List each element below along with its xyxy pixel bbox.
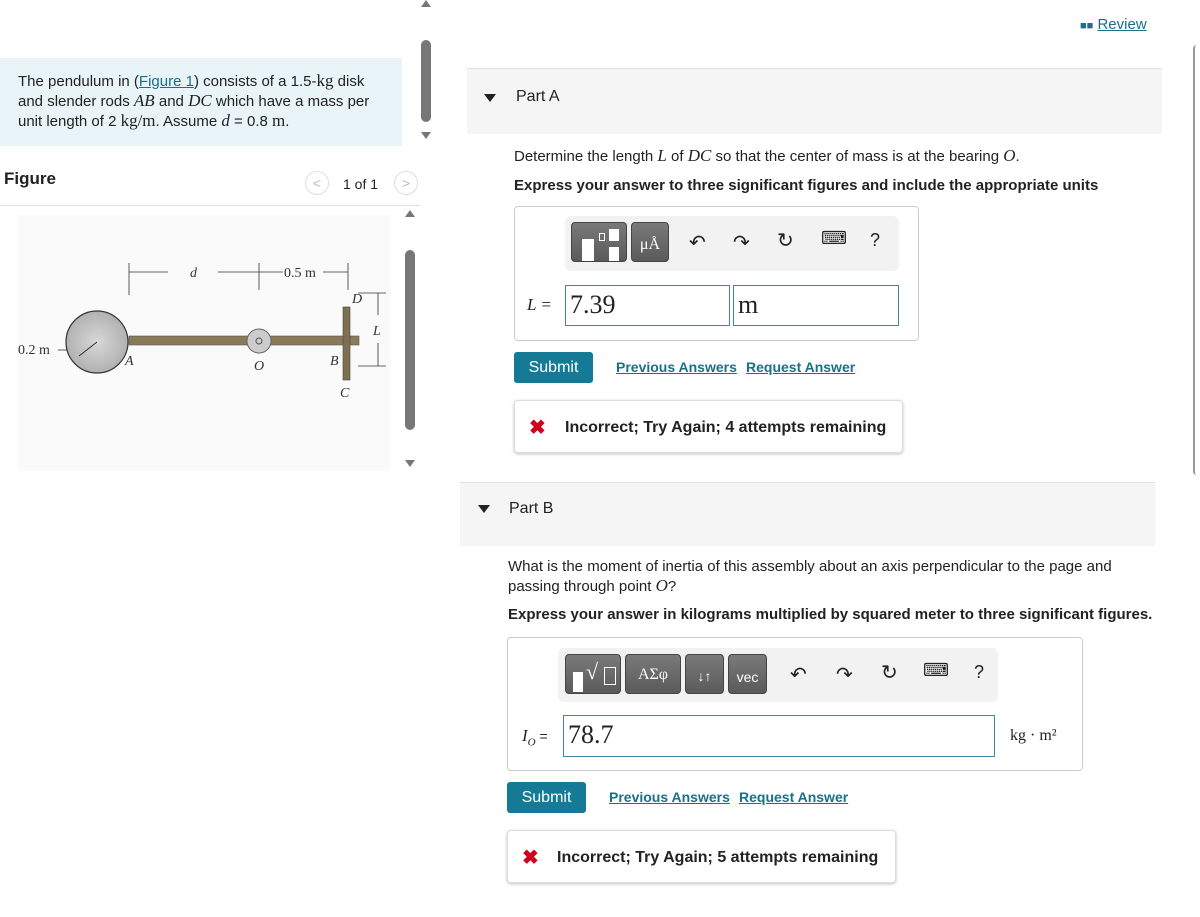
math: DC <box>687 146 712 165</box>
label-C: C <box>340 386 350 401</box>
help-icon[interactable]: ? <box>974 662 984 683</box>
keyboard-icon[interactable]: ⌨ <box>821 228 847 249</box>
previous-answers-link[interactable]: Previous Answers <box>609 789 730 805</box>
problem-scrollbar[interactable] <box>419 0 433 145</box>
text: so that the center of mass is at the bea… <box>711 148 1004 165</box>
review-link[interactable]: ■■ Review <box>1080 16 1147 33</box>
undo-icon[interactable]: ↶ <box>689 230 706 255</box>
variable-label: IO = <box>522 726 548 748</box>
part-b-header[interactable]: Part B <box>460 482 1155 546</box>
submit-button[interactable]: Submit <box>507 782 586 813</box>
math: O <box>1003 146 1016 165</box>
label-A: A <box>124 354 134 369</box>
text: ? <box>667 578 677 595</box>
prev-figure-button[interactable]: < <box>305 171 329 195</box>
label-radius: 0.2 m <box>18 343 50 358</box>
part-b-title: Part B <box>509 500 554 517</box>
problem-statement: The pendulum in (Figure 1) consists of a… <box>0 58 402 146</box>
figure-pager: 1 of 1 <box>343 176 379 192</box>
figure-heading: Figure <box>4 169 56 188</box>
part-a-question: Determine the length L of DC so that the… <box>514 146 1020 166</box>
label-half: 0.5 m <box>284 266 316 281</box>
eq: = <box>535 728 548 744</box>
reset-icon[interactable]: ↻ <box>777 228 794 253</box>
feedback-text: Incorrect; Try Again; 5 attempts remaini… <box>557 849 879 866</box>
text: Determine the length <box>514 148 658 165</box>
part-a-answer-box: μÅ ↶ ↷ ↻ ⌨ ? L = 7.39 m <box>514 206 919 341</box>
review-label[interactable]: Review <box>1097 16 1146 33</box>
greek-icon[interactable]: ΑΣφ <box>625 654 681 694</box>
feedback-box: ✖ Incorrect; Try Again; 4 attempts remai… <box>514 400 903 453</box>
request-answer-link[interactable]: Request Answer <box>739 789 848 805</box>
label-L: L <box>372 324 381 339</box>
math-toolbar: μÅ ↶ ↷ ↻ ⌨ ? <box>565 216 899 271</box>
math: DC <box>188 91 212 110</box>
page-scrollbar[interactable] <box>1193 45 1200 475</box>
incorrect-icon: ✖ <box>522 847 539 869</box>
part-a-title: Part A <box>516 88 560 105</box>
figure-link[interactable]: Figure 1 <box>139 73 194 90</box>
undo-icon[interactable]: ↶ <box>790 662 807 687</box>
var-sub: O <box>527 736 536 749</box>
math: kg/m <box>120 111 156 130</box>
text: ) consists of a 1.5- <box>193 73 317 90</box>
templates-icon[interactable]: √ <box>565 654 621 694</box>
feedback-text: Incorrect; Try Again; 4 attempts remaini… <box>565 419 887 436</box>
unit-input[interactable]: m <box>733 285 899 326</box>
feedback-box: ✖ Incorrect; Try Again; 5 attempts remai… <box>507 830 896 883</box>
math: AB <box>133 91 155 110</box>
text: of <box>666 148 688 165</box>
previous-answers-link[interactable]: Previous Answers <box>616 359 737 375</box>
reset-icon[interactable]: ↻ <box>881 660 898 685</box>
submit-button[interactable]: Submit <box>514 352 593 383</box>
variable-label: L = <box>527 295 552 314</box>
vector-icon[interactable]: vec <box>728 654 767 694</box>
math: kg <box>316 71 334 90</box>
part-b-instruction: Express your answer in kilograms multipl… <box>508 606 1153 623</box>
value-input[interactable]: 7.39 <box>565 285 730 326</box>
value-input[interactable]: 78.7 <box>563 715 995 757</box>
part-a-instruction: Express your answer to three significant… <box>514 177 1099 194</box>
units-icon[interactable]: μÅ <box>631 222 669 262</box>
templates-icon[interactable] <box>571 222 627 262</box>
text: . <box>1015 148 1020 165</box>
keyboard-icon[interactable]: ⌨ <box>923 660 949 681</box>
arrows-icon[interactable]: ↓↑ <box>685 654 724 694</box>
math-toolbar: √ ΑΣφ ↓↑ vec ↶ ↷ ↻ ⌨ ? <box>558 648 998 702</box>
pendulum-figure: d 0.5 m 0.2 m A O B C D L <box>18 215 390 471</box>
math: O <box>655 576 668 595</box>
text: . Assume <box>155 113 222 130</box>
math: d <box>221 111 230 130</box>
book-icon: ■■ <box>1080 20 1094 32</box>
label-D: D <box>351 292 362 307</box>
label-O: O <box>254 359 264 374</box>
next-figure-button[interactable]: > <box>394 171 418 195</box>
redo-icon[interactable]: ↷ <box>836 662 853 687</box>
text: What is the moment of inertia of this as… <box>508 558 1112 595</box>
math: L <box>657 146 667 165</box>
text: = 0.8 <box>229 113 273 130</box>
incorrect-icon: ✖ <box>529 417 546 439</box>
collapse-icon <box>484 94 496 102</box>
request-answer-link[interactable]: Request Answer <box>746 359 855 375</box>
divider <box>0 205 420 206</box>
label-B: B <box>330 354 339 369</box>
text: . <box>285 113 290 130</box>
text: The pendulum in ( <box>18 73 139 90</box>
label-d: d <box>190 266 198 281</box>
text: and <box>154 93 189 110</box>
help-icon[interactable]: ? <box>870 230 880 251</box>
math: m <box>272 111 286 130</box>
part-a-header[interactable]: Part A <box>467 68 1162 134</box>
redo-icon[interactable]: ↷ <box>733 230 750 255</box>
collapse-icon <box>478 505 490 513</box>
figure-scrollbar[interactable] <box>403 208 417 470</box>
unit-label: kg · m² <box>1010 727 1057 744</box>
part-b-answer-box: √ ΑΣφ ↓↑ vec ↶ ↷ ↻ ⌨ ? IO = 78.7 kg · m² <box>507 637 1083 771</box>
part-b-question: What is the moment of inertia of this as… <box>508 557 1128 596</box>
